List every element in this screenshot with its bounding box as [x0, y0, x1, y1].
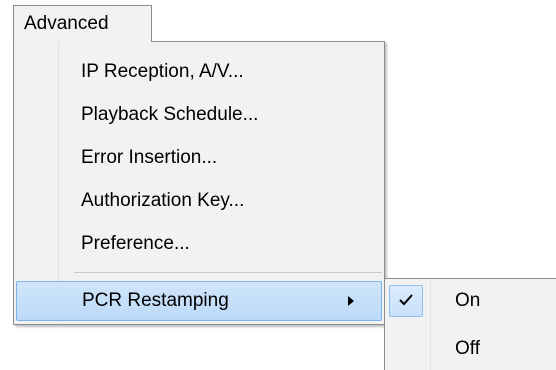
menu-advanced[interactable]: Advanced	[13, 5, 152, 42]
menu-item-label: Error Insertion...	[81, 147, 218, 168]
submenu-item-off[interactable]: Off	[385, 329, 555, 369]
menu-item-preference[interactable]: Preference...	[14, 224, 384, 264]
submenu-item-label: Off	[455, 338, 480, 359]
menu-item-pcr-restamping[interactable]: PCR Restamping	[16, 281, 382, 321]
menu-item-label: Preference...	[81, 233, 190, 254]
checked-indicator	[389, 285, 423, 317]
menu-item-label: Playback Schedule...	[81, 104, 259, 125]
submenu-item-on[interactable]: On	[385, 281, 555, 321]
menu-item-label: IP Reception, A/V...	[81, 61, 244, 82]
triangle-right-icon	[348, 296, 354, 306]
submenu-item-label: On	[455, 290, 481, 311]
menu-item-label: PCR Restamping	[82, 290, 229, 311]
menu-item-playback-schedule[interactable]: Playback Schedule...	[14, 95, 384, 135]
advanced-dropdown-menu: IP Reception, A/V... Playback Schedule..…	[13, 41, 385, 325]
pcr-restamping-submenu: On Off	[384, 278, 556, 370]
menu-item-authorization-key[interactable]: Authorization Key...	[14, 181, 384, 221]
menu-advanced-label: Advanced	[24, 13, 109, 34]
menu-item-label: Authorization Key...	[81, 190, 245, 211]
checkmark-icon	[399, 294, 413, 306]
menu-item-error-insertion[interactable]: Error Insertion...	[14, 138, 384, 178]
menu-item-ip-reception[interactable]: IP Reception, A/V...	[14, 52, 384, 92]
menu-separator	[74, 272, 382, 273]
